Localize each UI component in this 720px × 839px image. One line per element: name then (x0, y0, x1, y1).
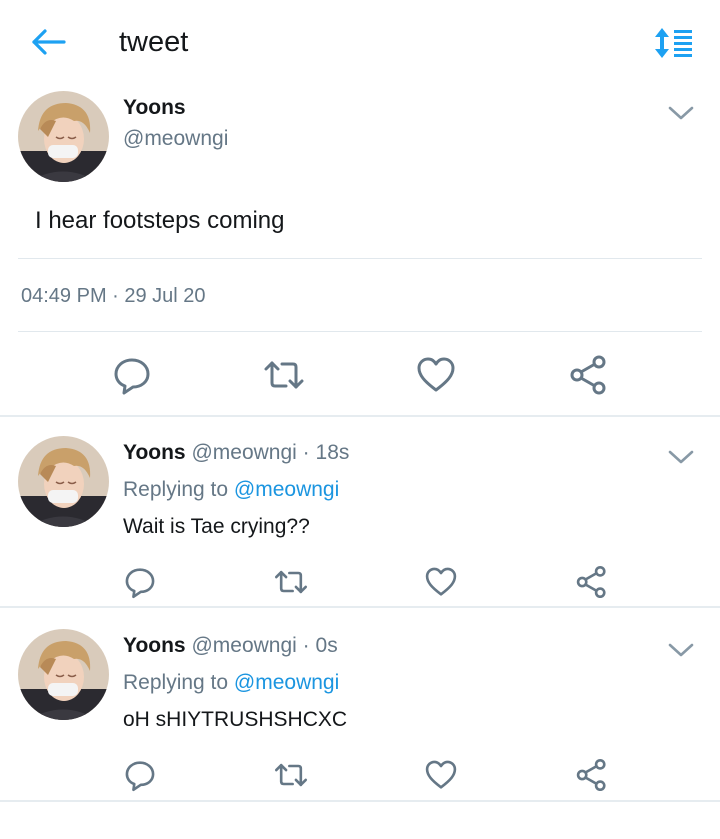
reply-time: 0s (315, 634, 338, 657)
share-button[interactable] (574, 564, 610, 600)
share-icon (576, 565, 606, 599)
tweet-timestamp: 04:49 PM · 29 Jul 20 (21, 285, 206, 307)
separator-dot: · (302, 441, 310, 464)
page-title: tweet (119, 26, 189, 58)
reply-text: Wait is Tae crying?? (123, 515, 310, 538)
section-divider (0, 800, 720, 802)
avatar-image (18, 436, 109, 527)
back-button[interactable] (30, 26, 70, 58)
avatar[interactable] (18, 629, 109, 720)
author-name[interactable]: Yoons (123, 441, 186, 464)
reply-header: Yoons @meowngi · 18s (123, 441, 349, 465)
share-icon (570, 355, 606, 395)
tweet-text: I hear footsteps coming (35, 207, 285, 234)
reply-header: Yoons @meowngi · 0s (123, 634, 338, 658)
reply-icon (114, 358, 150, 395)
reply-icon (125, 761, 155, 792)
section-divider (0, 606, 720, 608)
heart-icon (425, 760, 457, 789)
tweet-menu-button[interactable] (667, 104, 695, 122)
reply-button[interactable] (110, 353, 154, 397)
replying-to: Replying to @meowngi (123, 478, 339, 502)
like-button[interactable] (414, 353, 458, 397)
replying-to-link[interactable]: @meowngi (234, 671, 339, 694)
replying-to: Replying to @meowngi (123, 671, 339, 695)
reply-icon (125, 568, 155, 599)
section-divider (0, 415, 720, 417)
divider (18, 258, 702, 259)
reply-button[interactable] (122, 564, 158, 600)
heart-icon (425, 567, 457, 596)
retweet-button[interactable] (262, 353, 306, 397)
share-button[interactable] (567, 353, 611, 397)
tweet-menu-button[interactable] (667, 448, 695, 466)
tweet-menu-button[interactable] (667, 641, 695, 659)
retweet-icon (274, 763, 308, 787)
replying-prefix: Replying to (123, 671, 234, 694)
retweet-icon (274, 570, 308, 594)
author-handle[interactable]: @meowngi (191, 634, 296, 657)
reply-button[interactable] (122, 757, 158, 793)
like-button[interactable] (423, 564, 459, 600)
author-name[interactable]: Yoons (123, 96, 186, 120)
avatar[interactable] (18, 436, 109, 527)
retweet-button[interactable] (273, 564, 309, 600)
replying-to-link[interactable]: @meowngi (234, 478, 339, 501)
reply-text: oH sHIYTRUSHSHCXC (123, 708, 348, 731)
replying-prefix: Replying to (123, 478, 234, 501)
author-handle[interactable]: @meowngi (191, 441, 296, 464)
sort-button[interactable] (652, 26, 694, 60)
share-button[interactable] (574, 757, 610, 793)
back-arrow-icon (32, 29, 66, 55)
sort-icon (655, 28, 692, 58)
reply-time: 18s (315, 441, 350, 464)
divider (18, 331, 702, 332)
chevron-down-icon (668, 450, 694, 464)
heart-icon (417, 357, 455, 392)
share-icon (576, 758, 606, 792)
retweet-icon (264, 361, 304, 389)
chevron-down-icon (668, 643, 694, 657)
avatar-image (18, 629, 109, 720)
top-bar: tweet (0, 0, 720, 86)
avatar[interactable] (18, 91, 109, 182)
like-button[interactable] (423, 757, 459, 793)
avatar-image (18, 91, 109, 182)
chevron-down-icon (668, 106, 694, 120)
author-name[interactable]: Yoons (123, 634, 186, 657)
author-handle[interactable]: @meowngi (123, 127, 228, 151)
retweet-button[interactable] (273, 757, 309, 793)
separator-dot: · (302, 634, 310, 657)
